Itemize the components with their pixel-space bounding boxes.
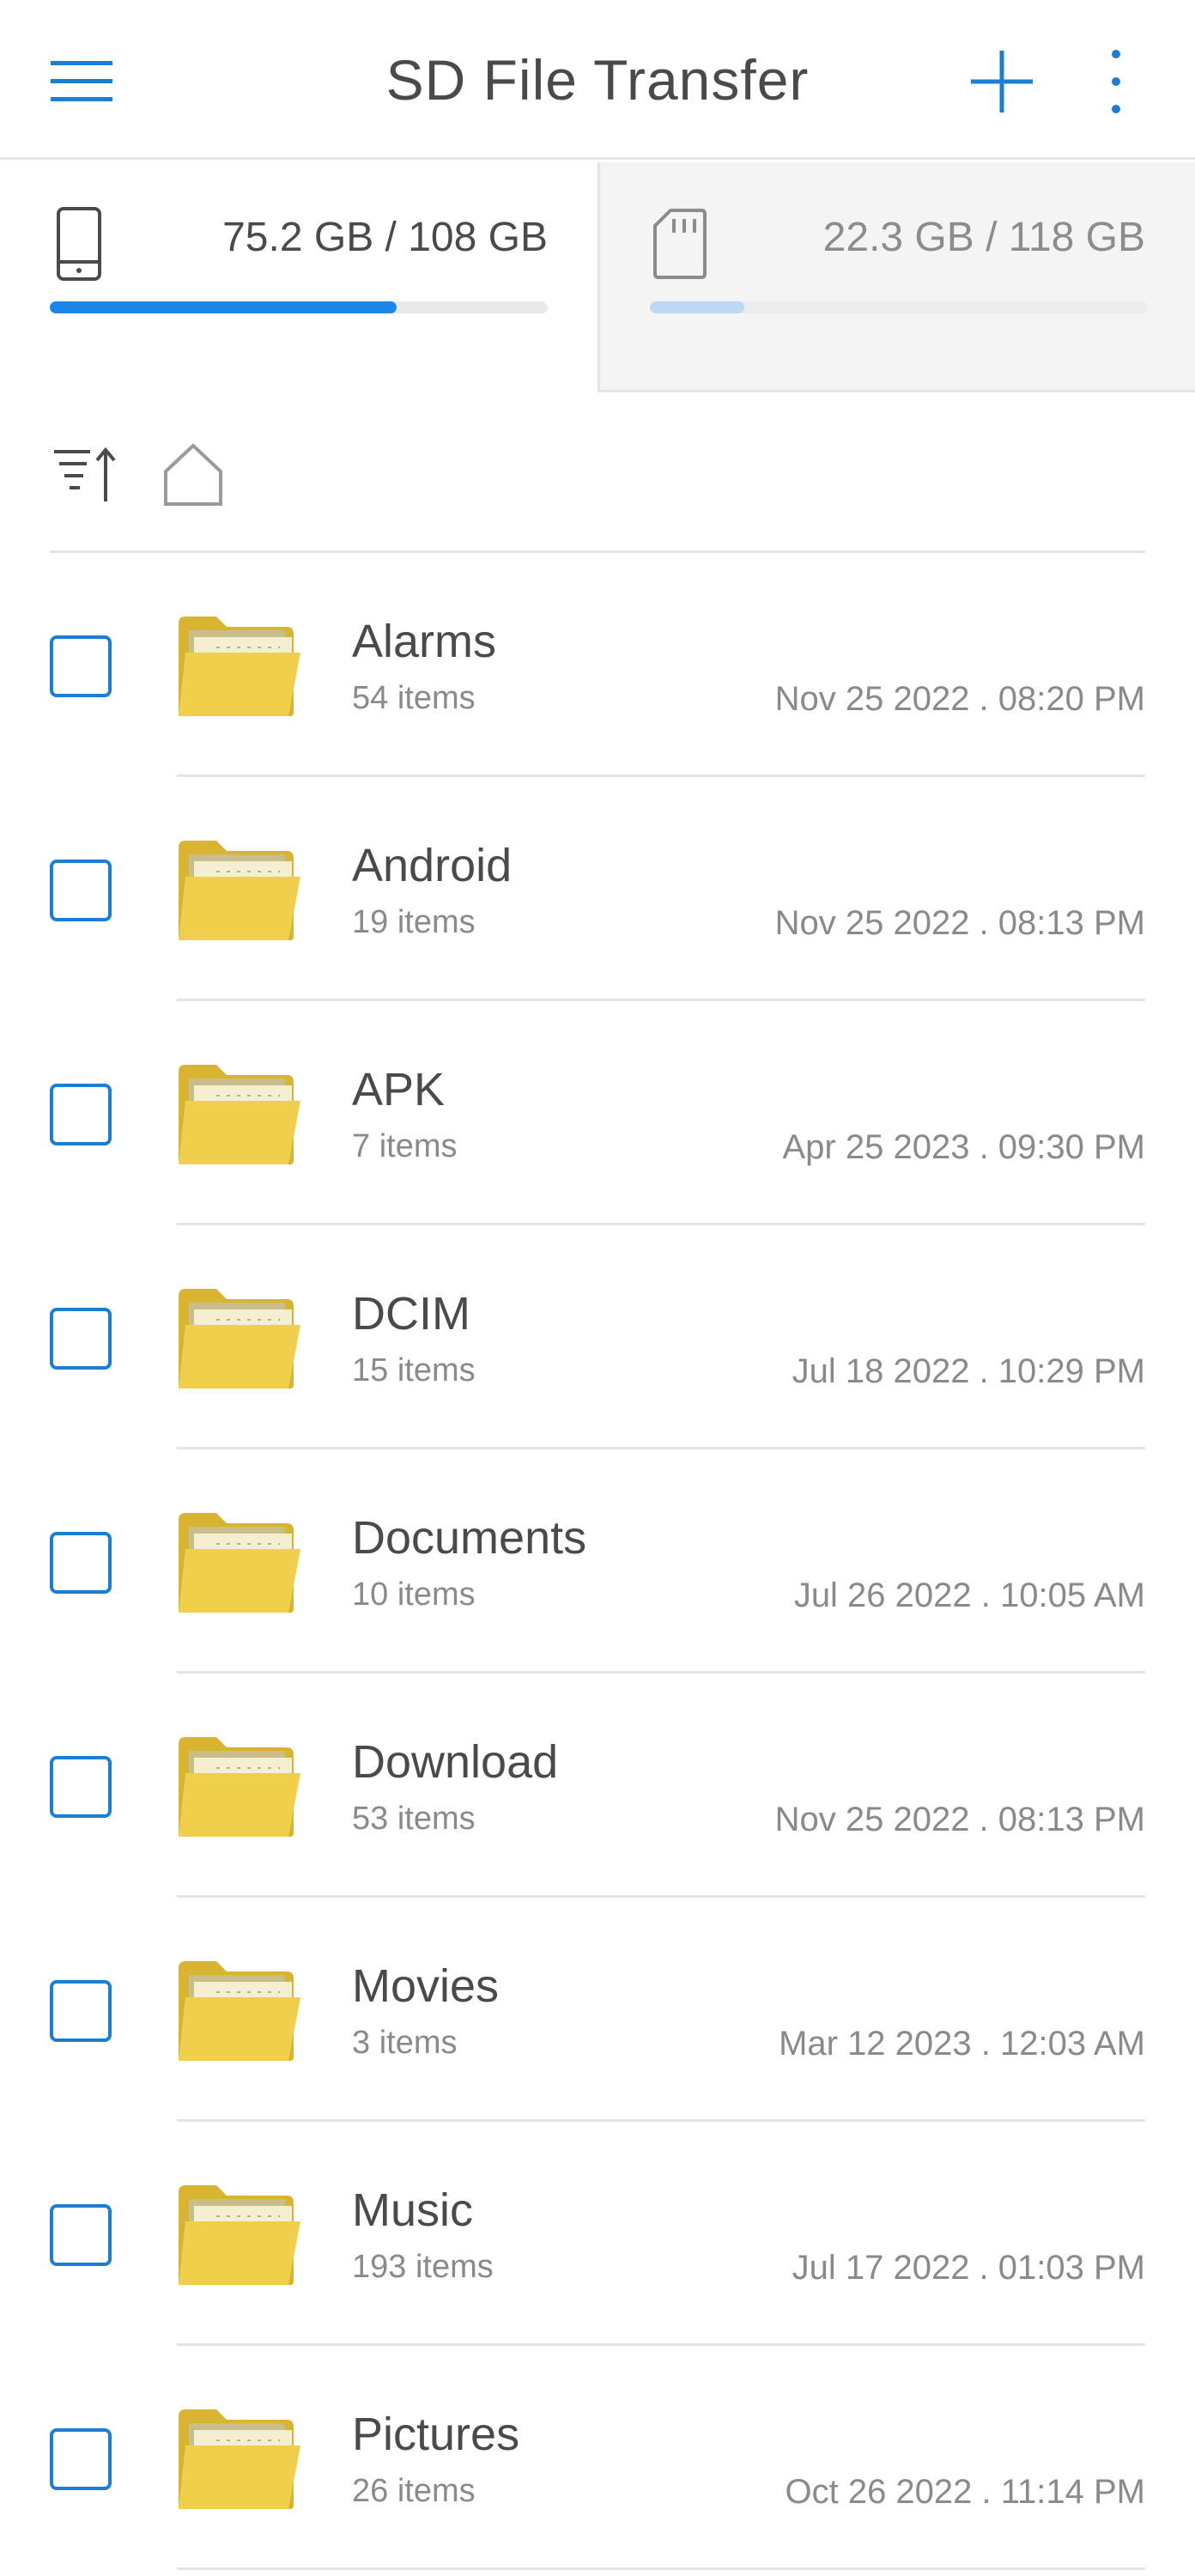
folder-item-count: 3 items xyxy=(352,2025,458,2061)
folder-checkbox[interactable] xyxy=(50,1084,112,1145)
sort-icon xyxy=(54,447,116,501)
internal-storage-progress xyxy=(50,301,548,313)
folder-row[interactable]: APK 7 items Apr 25 2023 . 09:30 PM xyxy=(0,1001,1195,1225)
home-button[interactable] xyxy=(156,438,230,512)
folder-name: Movies xyxy=(352,1960,500,2012)
folder-name: Download xyxy=(352,1736,559,1788)
folder-checkbox[interactable] xyxy=(50,2204,112,2266)
folder-checkbox[interactable] xyxy=(50,1532,112,1594)
plus-icon xyxy=(971,51,1033,112)
sd-card-progress-fill xyxy=(650,301,744,313)
folder-modified-date: Jul 18 2022 . 10:29 PM xyxy=(792,1352,1145,1390)
folder-name: Music xyxy=(352,2184,474,2236)
internal-storage-progress-fill xyxy=(50,301,397,313)
folder-name: Android xyxy=(352,840,513,891)
home-icon xyxy=(164,443,222,506)
folder-checkbox[interactable] xyxy=(50,860,112,921)
sort-button[interactable] xyxy=(50,438,124,512)
folder-row[interactable]: Android 19 items Nov 25 2022 . 08:13 PM xyxy=(0,777,1195,1001)
app-title: SD File Transfer xyxy=(385,48,810,112)
folder-name: Alarms xyxy=(352,616,497,667)
folder-item-count: 7 items xyxy=(352,1128,458,1164)
sd-card-tab[interactable]: 22.3 GB / 118 GB xyxy=(598,162,1195,392)
folder-modified-date: Apr 25 2023 . 09:30 PM xyxy=(782,1128,1146,1166)
folder-item-count: 54 items xyxy=(352,680,476,716)
folder-checkbox[interactable] xyxy=(50,2428,112,2490)
sd-card-icon xyxy=(653,209,707,279)
folder-icon xyxy=(179,2185,300,2285)
folder-modified-date: Nov 25 2022 . 08:13 PM xyxy=(774,1801,1145,1838)
folder-row[interactable]: Documents 10 items Jul 26 2022 . 10:05 A… xyxy=(0,1449,1195,1674)
folder-modified-date: Mar 12 2023 . 12:03 AM xyxy=(779,2025,1145,2063)
phone-icon xyxy=(57,207,101,281)
folder-icon xyxy=(179,2409,300,2509)
folder-icon xyxy=(179,841,300,940)
folder-icon xyxy=(179,1961,300,2061)
folder-item-count: 15 items xyxy=(352,1352,476,1388)
folder-icon xyxy=(179,1289,300,1388)
folder-item-count: 193 items xyxy=(352,2249,494,2285)
hamburger-menu-icon xyxy=(51,61,112,101)
folder-name: DCIM xyxy=(352,1288,470,1340)
folder-list: Alarms 54 items Nov 25 2022 . 08:20 PM A… xyxy=(0,553,1195,2570)
folder-name: Pictures xyxy=(352,2409,520,2460)
sd-card-progress xyxy=(650,301,1148,313)
folder-item-count: 26 items xyxy=(352,2473,476,2509)
folder-row[interactable]: Music 193 items Jul 17 2022 . 01:03 PM xyxy=(0,2122,1195,2346)
folder-name: APK xyxy=(352,1064,446,1115)
folder-row[interactable]: Movies 3 items Mar 12 2023 . 12:03 AM xyxy=(0,1898,1195,2122)
folder-checkbox[interactable] xyxy=(50,1980,112,2042)
folder-icon xyxy=(179,1513,300,1613)
folder-modified-date: Oct 26 2022 . 11:14 PM xyxy=(785,2473,1145,2511)
folder-item-count: 19 items xyxy=(352,904,476,940)
folder-checkbox[interactable] xyxy=(50,1308,112,1370)
internal-storage-tab[interactable]: 75.2 GB / 108 GB xyxy=(0,162,598,392)
more-vertical-icon xyxy=(1112,50,1120,113)
folder-row[interactable]: Download 53 items Nov 25 2022 . 08:13 PM xyxy=(0,1674,1195,1898)
folder-icon xyxy=(179,1737,300,1837)
folder-row[interactable]: Pictures 26 items Oct 26 2022 . 11:14 PM xyxy=(0,2346,1195,2570)
folder-checkbox[interactable] xyxy=(50,635,112,697)
file-transfer-screen: SD File Transfer 75.2 GB / 108 GB 22.3 G… xyxy=(0,0,1195,2576)
folder-modified-date: Jul 26 2022 . 10:05 AM xyxy=(793,1577,1145,1614)
add-button[interactable] xyxy=(955,39,1049,125)
folder-checkbox[interactable] xyxy=(50,1756,112,1818)
menu-button[interactable] xyxy=(34,39,129,125)
folder-row[interactable]: DCIM 15 items Jul 18 2022 . 10:29 PM xyxy=(0,1225,1195,1449)
folder-icon xyxy=(179,617,300,716)
app-header: SD File Transfer xyxy=(0,0,1195,160)
file-toolbar xyxy=(50,412,1145,553)
folder-modified-date: Nov 25 2022 . 08:13 PM xyxy=(774,904,1145,942)
sd-card-usage: 22.3 GB / 118 GB xyxy=(822,215,1145,260)
folder-name: Documents xyxy=(352,1512,587,1564)
more-options-button[interactable] xyxy=(1073,39,1159,125)
folder-icon xyxy=(179,1065,300,1164)
storage-selector: 75.2 GB / 108 GB 22.3 GB / 118 GB xyxy=(0,162,1195,392)
folder-modified-date: Jul 17 2022 . 01:03 PM xyxy=(792,2249,1145,2287)
folder-item-count: 53 items xyxy=(352,1801,476,1837)
folder-item-count: 10 items xyxy=(352,1577,476,1613)
folder-modified-date: Nov 25 2022 . 08:20 PM xyxy=(774,680,1145,718)
internal-storage-usage: 75.2 GB / 108 GB xyxy=(222,215,548,260)
folder-row[interactable]: Alarms 54 items Nov 25 2022 . 08:20 PM xyxy=(0,553,1195,777)
